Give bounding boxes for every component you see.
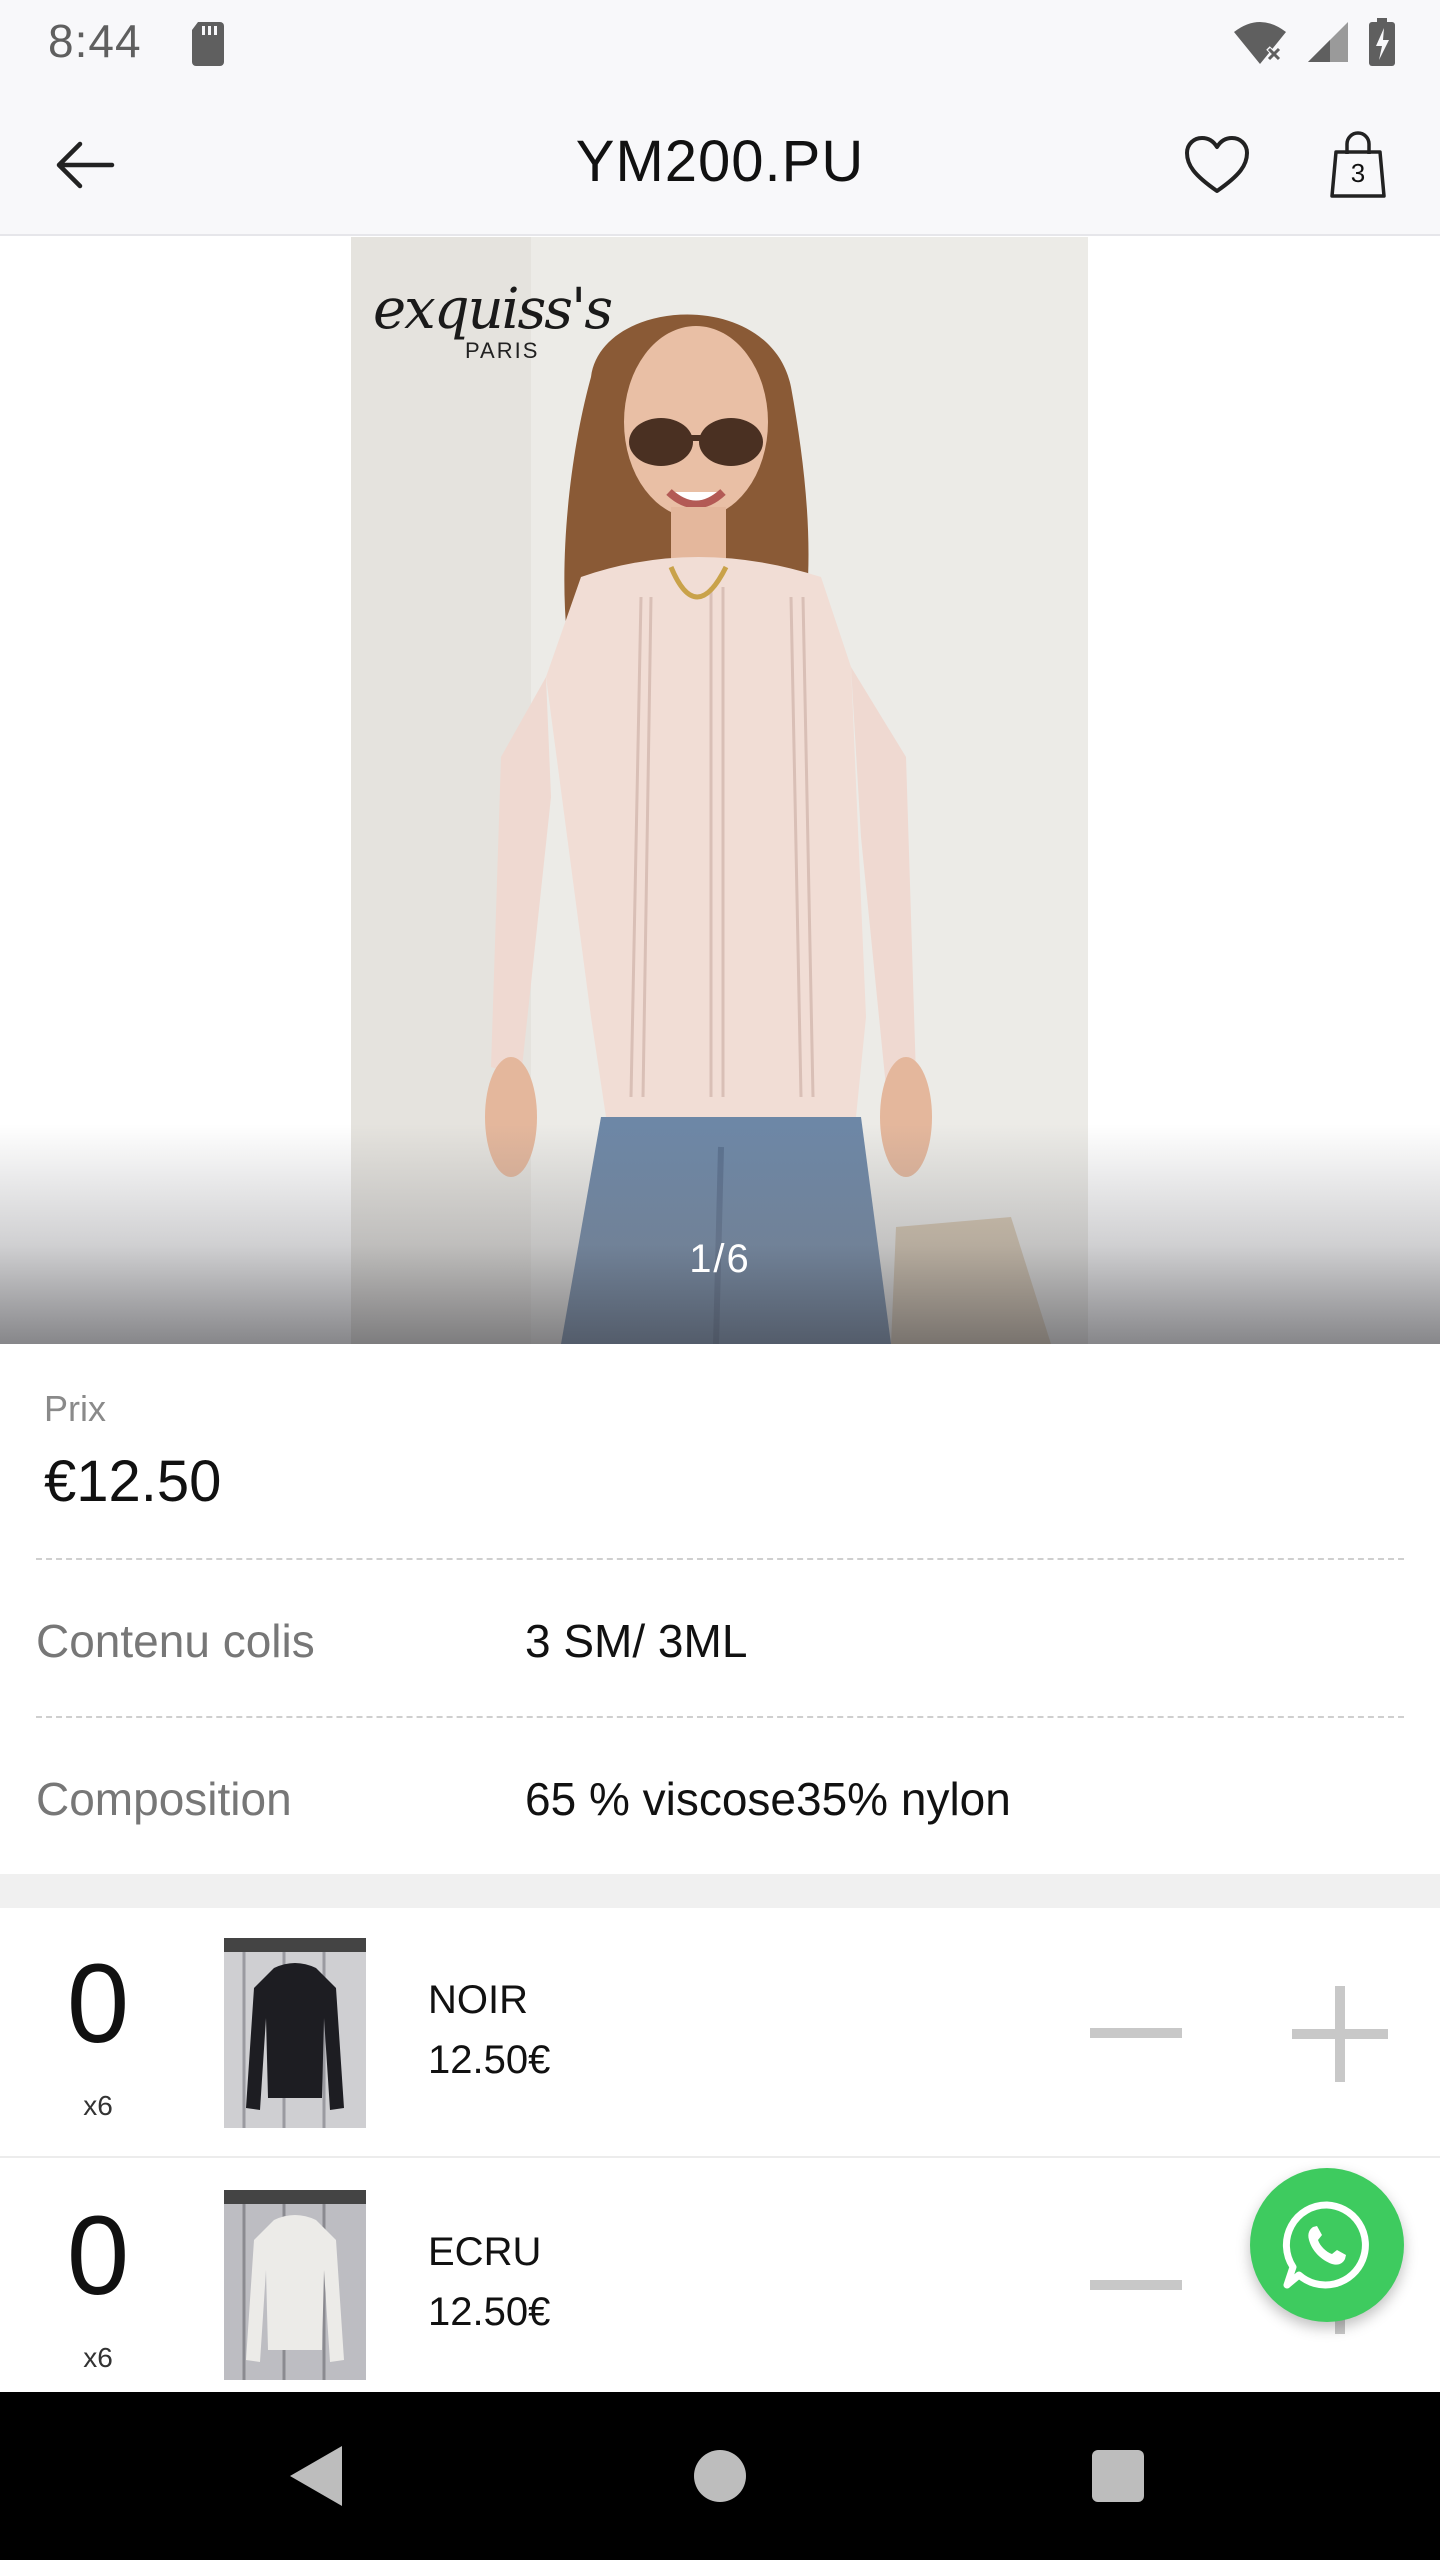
favorite-button[interactable] (1180, 128, 1254, 202)
cart-count-badge: 3 (1350, 158, 1366, 188)
image-page-indicator: 1/6 (689, 1237, 751, 1281)
composition-value: 65 % viscose35% nylon (525, 1773, 1011, 1825)
triangle-back-icon (290, 2446, 342, 2506)
minus-icon (1090, 2028, 1182, 2038)
variant-thumbnail[interactable] (224, 2190, 366, 2380)
battery-charging-icon (1368, 18, 1396, 71)
heart-icon (1185, 136, 1249, 193)
variant-quantity: 0 (66, 2193, 130, 2318)
status-time: 8:44 (48, 15, 142, 67)
brand-logo-name: exquiss's (373, 277, 613, 342)
wifi-icon (1232, 20, 1288, 69)
variant-price: 12.50€ (428, 2038, 551, 2082)
brand-logo: exquiss's PARIS (373, 277, 613, 364)
signal-icon (1306, 20, 1350, 69)
increase-quantity-button[interactable] (1292, 1986, 1388, 2082)
product-image-gallery[interactable]: exquiss's PARIS 1/6 (0, 237, 1440, 1344)
divider (36, 1716, 1404, 1718)
section-separator (0, 1874, 1440, 1908)
plus-icon (1292, 1986, 1388, 2082)
app-bar: YM200.PU 3 (0, 90, 1440, 236)
whatsapp-icon (1282, 2201, 1369, 2289)
minus-icon (1090, 2280, 1182, 2290)
variant-pack-size: x6 (83, 2090, 113, 2121)
product-details: Prix €12.50 Contenu colis 3 SM/ 3ML Comp… (0, 1344, 1440, 1874)
variant-name: ECRU (428, 2230, 542, 2274)
variant-row: 0 x6 ECRU 12.50€ (0, 2160, 1440, 2410)
status-bar: 8:44 (0, 0, 1440, 90)
nav-home-button[interactable] (694, 2450, 746, 2502)
variant-pack-size: x6 (83, 2342, 113, 2373)
decrease-quantity-button[interactable] (1090, 2270, 1182, 2300)
variant-quantity: 0 (66, 1941, 130, 2066)
variant-name: NOIR (428, 1978, 528, 2022)
sd-card-icon (190, 20, 226, 71)
composition-label: Composition (36, 1773, 292, 1825)
variant-price: 12.50€ (428, 2290, 551, 2334)
whatsapp-button[interactable] (1250, 2168, 1404, 2322)
divider (36, 1558, 1404, 1560)
package-content-label: Contenu colis (36, 1615, 315, 1667)
variant-thumbnail[interactable] (224, 1938, 366, 2128)
nav-back-button[interactable] (288, 2444, 344, 2513)
cart-button[interactable]: 3 (1322, 126, 1394, 204)
price-label: Prix (44, 1388, 106, 1429)
gallery-fade-overlay (0, 1124, 1440, 1344)
price-value: €12.50 (44, 1449, 222, 1514)
variant-row: 0 x6 NOIR 12.50€ (0, 1908, 1440, 2158)
package-content-value: 3 SM/ 3ML (525, 1615, 748, 1667)
decrease-quantity-button[interactable] (1090, 2018, 1182, 2048)
system-navigation-bar (0, 2392, 1440, 2560)
product-detail-screen: 8:44 YM200.PU 3 exquiss's PARIS 1/6 Prix… (0, 0, 1440, 2560)
nav-recents-button[interactable] (1092, 2450, 1144, 2502)
